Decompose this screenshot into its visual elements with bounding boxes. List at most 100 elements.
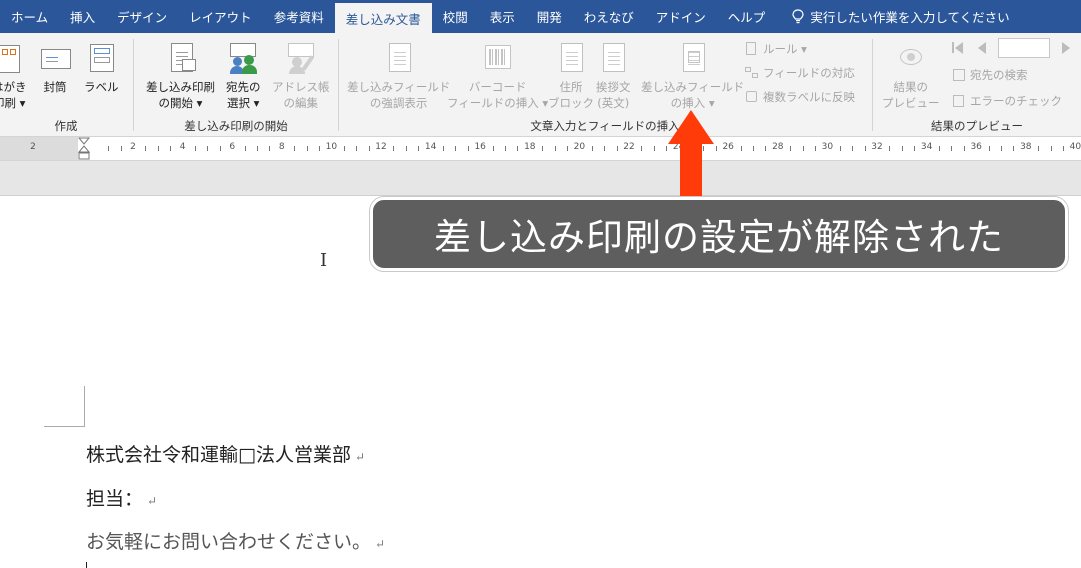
ruler-tick	[790, 146, 792, 151]
envelope-label: 封筒	[43, 80, 67, 94]
ruler-tick	[1013, 146, 1015, 151]
ruler-tick	[542, 146, 544, 151]
record-number-input[interactable]	[998, 38, 1050, 58]
start-merge-label-2: の開始 ▾	[158, 96, 203, 110]
paragraph-mark: ↵	[354, 450, 366, 464]
tab-developer[interactable]: 開発	[526, 0, 573, 33]
insert-merge-field-button[interactable]: 差し込みフィールド の挿入 ▾	[641, 41, 744, 111]
ruler-tick	[1038, 146, 1040, 151]
first-record-icon[interactable]	[952, 41, 966, 55]
indent-marker-icon[interactable]	[78, 137, 90, 161]
document-line[interactable]: お気軽にお問い合わせください。 ↵	[86, 527, 385, 554]
select-recipients-button[interactable]: 宛先の 選択 ▾	[226, 41, 261, 111]
tab-insert[interactable]: 挿入	[59, 0, 106, 33]
tab-help[interactable]: ヘルプ	[717, 0, 777, 33]
tell-me-text: 実行したい作業を入力してください	[810, 10, 1010, 25]
ruler-tick	[604, 146, 606, 151]
horizontal-ruler[interactable]: 2 2 4 6 8 10 12 14 16 18 20 22 24 26 28 30 32 34 36 38 40	[0, 137, 1081, 161]
ruler-tick	[839, 146, 841, 151]
rules-button[interactable]: ルール ▾	[745, 41, 807, 57]
ruler-number: 30	[821, 142, 834, 152]
ruler-tick	[988, 146, 990, 151]
tab-mailings[interactable]: 差し込み文書	[334, 3, 432, 33]
tab-design[interactable]: デザイン	[106, 0, 178, 33]
ruler-tick	[319, 146, 320, 151]
ruler-left-number: 2	[30, 142, 36, 152]
barcode-label-2: フィールドの挿入 ▾	[447, 96, 549, 110]
insert-barcode-field-button[interactable]: バーコード フィールドの挿入 ▾	[447, 41, 548, 111]
rules-icon	[745, 42, 759, 56]
document-line[interactable]: 担当： ↵	[86, 484, 157, 511]
ruler-tick	[864, 146, 866, 151]
ruler-number: 4	[179, 142, 186, 152]
paragraph-mark: ↵	[147, 494, 158, 508]
ruler-tick	[505, 146, 506, 151]
red-arrow-icon	[668, 110, 714, 196]
next-record-icon[interactable]	[1062, 42, 1070, 54]
ribbon-tab-bar: ホーム 挿入 デザイン レイアウト 参考資料 差し込み文書 校閲 表示 開発 わ…	[0, 0, 1081, 33]
address-block-icon	[554, 41, 588, 75]
ruler-tick	[765, 146, 767, 151]
ruler-tick	[356, 146, 358, 151]
find-recipient-label: 宛先の検索	[970, 68, 1028, 82]
document-line[interactable]: 株式会社令和運輸□法人営業部 ↵	[86, 440, 365, 467]
match-fields-button[interactable]: フィールドの対応	[745, 65, 855, 81]
labels-icon	[84, 41, 118, 75]
edit-recipient-list-button[interactable]: アドレス帳 の編集	[272, 41, 330, 111]
ruler-tick	[108, 146, 110, 151]
preview-label-2: プレビュー	[882, 96, 940, 110]
tab-addins[interactable]: アドイン	[645, 0, 717, 33]
hagaki-label-1: はがき	[0, 80, 27, 94]
preview-results-icon	[894, 41, 928, 75]
greeting-line-button[interactable]: 挨拶文 (英文)	[596, 41, 631, 111]
recipients-icon	[226, 41, 260, 75]
find-recipient-button[interactable]: 宛先の検索	[952, 67, 1028, 83]
start-merge-label-1: 差し込み印刷	[146, 80, 215, 94]
ruler-tick	[405, 146, 407, 151]
ruler-tick	[195, 146, 196, 151]
tab-waenavi[interactable]: わえなび	[573, 0, 645, 33]
check-errors-button[interactable]: エラーのチェック	[952, 93, 1062, 109]
tell-me-box[interactable]: 実行したい作業を入力してください	[776, 0, 1020, 33]
tab-review[interactable]: 校閲	[432, 0, 479, 33]
ruler-tick	[467, 146, 469, 151]
start-mail-merge-button[interactable]: 差し込み印刷 の開始 ▾	[146, 41, 215, 111]
ruler-tick	[963, 146, 965, 151]
ruler-tick	[294, 146, 296, 151]
preview-results-button[interactable]: 結果の プレビュー	[882, 41, 940, 111]
ruler-tick	[393, 146, 395, 151]
ruler-tick	[244, 146, 246, 151]
greeting-line-icon	[596, 41, 630, 75]
match-fields-icon	[745, 66, 759, 80]
ruler-tick	[443, 146, 444, 151]
find-recipient-icon	[952, 68, 966, 82]
ruler-number: 10	[325, 142, 338, 152]
greeting-label-2: (英文)	[597, 96, 630, 110]
tab-view[interactable]: 表示	[479, 0, 526, 33]
barcode-icon	[481, 41, 515, 75]
check-errors-label: エラーのチェック	[970, 94, 1062, 108]
ruler-tick	[120, 146, 122, 151]
tab-layout[interactable]: レイアウト	[178, 0, 263, 33]
envelope-button[interactable]: 封筒	[38, 41, 72, 95]
tab-home[interactable]: ホーム	[0, 0, 59, 33]
hagaki-print-button[interactable]: はがき印刷 ▾	[0, 41, 27, 111]
previous-record-icon[interactable]	[978, 42, 986, 54]
check-errors-icon	[952, 94, 966, 108]
address-block-button[interactable]: 住所 ブロック	[548, 41, 594, 111]
ruler-tick	[1001, 146, 1002, 151]
tab-references[interactable]: 参考資料	[263, 0, 335, 33]
ruler-number: 26	[722, 142, 734, 152]
highlight-merge-fields-button[interactable]: 差し込みフィールド の強調表示	[347, 41, 450, 111]
ruler-tick	[207, 146, 209, 151]
edit-list-label-2: の編集	[283, 96, 319, 110]
labels-button[interactable]: ラベル	[84, 41, 119, 95]
ruler-number: 20	[573, 142, 586, 152]
update-labels-button[interactable]: 複数ラベルに反映	[745, 89, 855, 105]
ruler-tick	[567, 146, 568, 151]
ruler-tick	[343, 146, 345, 151]
group-start-merge-label: 差し込み印刷の開始	[184, 119, 288, 133]
ruler-tick	[368, 146, 370, 151]
ruler-tick	[418, 146, 420, 151]
ruler-number: 14	[424, 142, 437, 152]
